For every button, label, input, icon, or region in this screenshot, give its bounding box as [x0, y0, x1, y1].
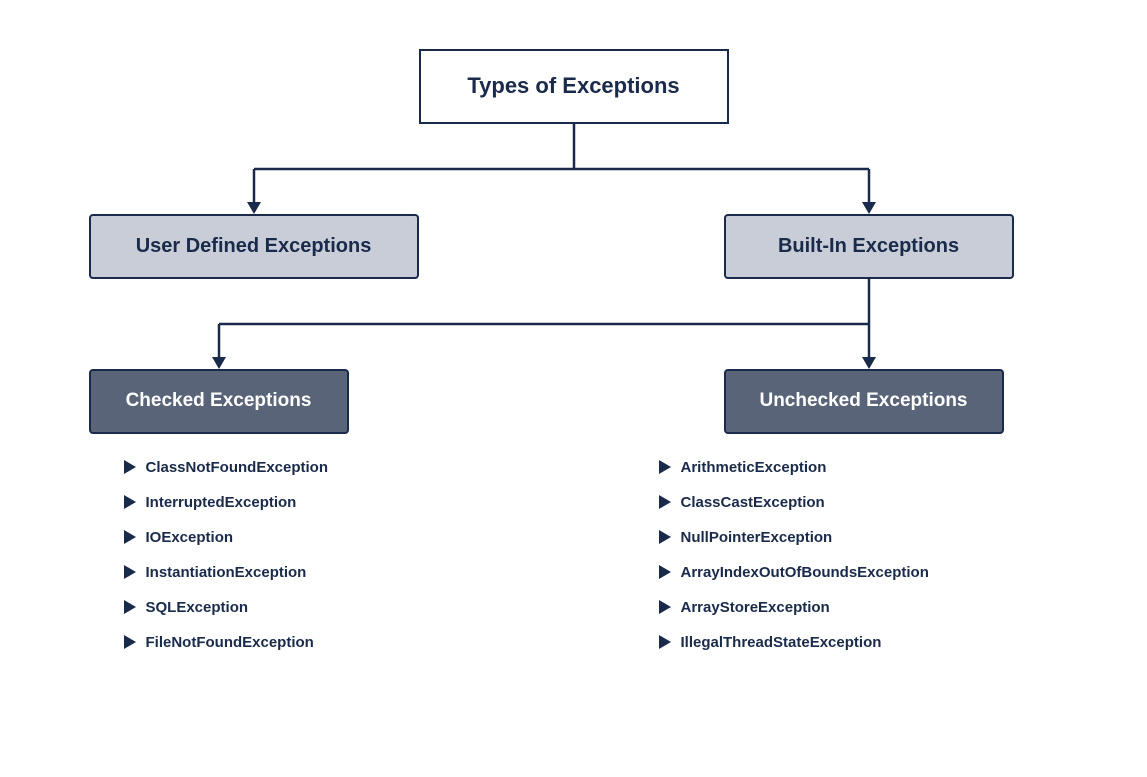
built-in-node: Built-In Exceptions [724, 214, 1014, 279]
arrow-icon [124, 600, 136, 614]
unchecked-list: ArithmeticException ClassCastException Nul… [659, 459, 929, 669]
list-item: ClassNotFoundException [124, 459, 329, 476]
exception-name: IOException [146, 529, 234, 546]
unchecked-label: Unchecked Exceptions [759, 390, 967, 412]
arrow-icon [659, 600, 671, 614]
checked-label: Checked Exceptions [126, 390, 312, 412]
exception-name: SQLException [146, 599, 249, 616]
built-in-label: Built-In Exceptions [778, 235, 959, 258]
diagram: Types of Exceptions User Defined Excepti… [24, 14, 1124, 764]
user-defined-node: User Defined Exceptions [89, 214, 419, 279]
user-defined-label: User Defined Exceptions [136, 235, 372, 258]
list-item: InstantiationException [124, 564, 329, 581]
exception-name: ArithmeticException [681, 459, 827, 476]
exception-name: ClassNotFoundException [146, 459, 329, 476]
list-item: ArithmeticException [659, 459, 929, 476]
arrow-icon [124, 635, 136, 649]
arrow-icon [659, 495, 671, 509]
arrow-icon [124, 460, 136, 474]
exception-name: ArrayIndexOutOfBoundsException [681, 564, 929, 581]
exception-name: InterruptedException [146, 494, 297, 511]
list-item: IOException [124, 529, 329, 546]
root-label: Types of Exceptions [467, 73, 679, 99]
exception-name: InstantiationException [146, 564, 307, 581]
arrow-icon [659, 460, 671, 474]
exception-name: ArrayStoreException [681, 599, 830, 616]
arrow-icon [124, 495, 136, 509]
checked-node: Checked Exceptions [89, 369, 349, 434]
list-item: SQLException [124, 599, 329, 616]
list-item: NullPointerException [659, 529, 929, 546]
list-item: FileNotFoundException [124, 634, 329, 651]
arrow-icon [124, 530, 136, 544]
exception-name: NullPointerException [681, 529, 833, 546]
list-item: ArrayStoreException [659, 599, 929, 616]
exception-name: ClassCastException [681, 494, 825, 511]
arrow-icon [659, 565, 671, 579]
list-item: InterruptedException [124, 494, 329, 511]
list-item: ArrayIndexOutOfBoundsException [659, 564, 929, 581]
exception-name: IllegalThreadStateException [681, 634, 882, 651]
checked-list: ClassNotFoundException InterruptedExcepti… [124, 459, 329, 669]
root-node: Types of Exceptions [419, 49, 729, 124]
list-item: ClassCastException [659, 494, 929, 511]
arrow-icon [124, 565, 136, 579]
list-item: IllegalThreadStateException [659, 634, 929, 651]
arrow-icon [659, 635, 671, 649]
unchecked-node: Unchecked Exceptions [724, 369, 1004, 434]
exception-name: FileNotFoundException [146, 634, 314, 651]
arrow-icon [659, 530, 671, 544]
